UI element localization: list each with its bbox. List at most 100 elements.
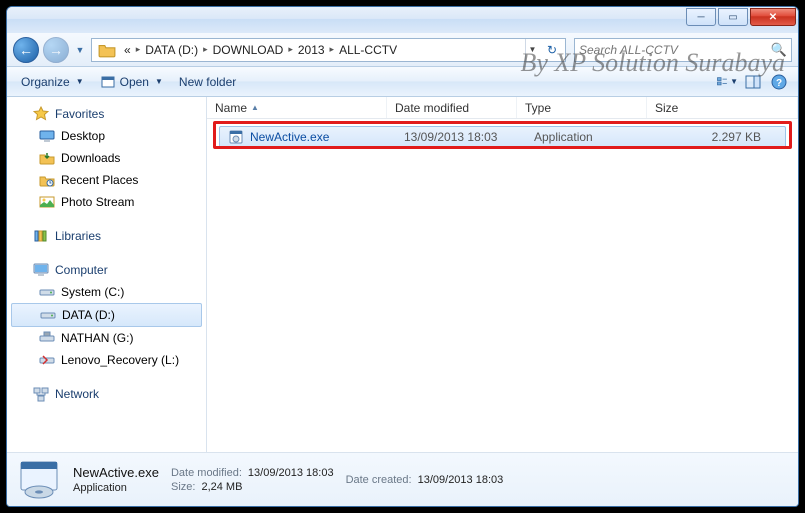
search-icon[interactable]: 🔍 xyxy=(771,42,787,58)
sidebar-item-nathan-g[interactable]: NATHAN (G:) xyxy=(7,327,206,349)
minimize-button[interactable]: ─ xyxy=(686,8,716,26)
sidebar-item-label: Photo Stream xyxy=(61,195,134,209)
sidebar-item-label: NATHAN (G:) xyxy=(61,331,133,345)
breadcrumb-download[interactable]: DOWNLOAD xyxy=(209,43,288,57)
file-size: 2.297 KB xyxy=(656,130,785,144)
column-date[interactable]: Date modified xyxy=(387,97,517,118)
refresh-icon: ↻ xyxy=(547,43,557,57)
sidebar-item-data-d[interactable]: DATA (D:) xyxy=(11,303,202,327)
organize-button[interactable]: Organize▼ xyxy=(13,72,92,92)
photo-icon xyxy=(39,194,55,210)
downloads-icon xyxy=(39,150,55,166)
refresh-button[interactable]: ↻ xyxy=(541,39,563,61)
computer-icon xyxy=(33,262,49,278)
sidebar-item-system-c[interactable]: System (C:) xyxy=(7,281,206,303)
open-button[interactable]: Open ▼ xyxy=(92,71,171,93)
column-name[interactable]: Name▲ xyxy=(207,97,387,118)
libraries-label: Libraries xyxy=(55,229,101,243)
star-icon xyxy=(33,106,49,122)
sidebar-item-recent-places[interactable]: Recent Places xyxy=(7,169,206,191)
column-label: Size xyxy=(655,101,678,115)
folder-icon xyxy=(98,41,116,59)
desktop-icon xyxy=(39,128,55,144)
search-input[interactable] xyxy=(579,43,771,57)
network-header[interactable]: Network xyxy=(7,383,206,405)
favorites-header[interactable]: Favorites xyxy=(7,103,206,125)
navigation-bar: ← → ▼ «▸ DATA (D:)▸ DOWNLOAD▸ 2013▸ ALL-… xyxy=(7,33,798,67)
details-pane: NewActive.exe Application Date modified:… xyxy=(7,452,798,506)
sidebar-item-label: Desktop xyxy=(61,129,105,143)
maximize-icon: ▭ xyxy=(728,12,737,23)
column-type[interactable]: Type xyxy=(517,97,647,118)
computer-label: Computer xyxy=(55,263,108,277)
drive-icon xyxy=(39,284,55,300)
nav-history-dropdown[interactable]: ▼ xyxy=(73,40,87,60)
svg-text:?: ? xyxy=(776,78,782,89)
libraries-icon xyxy=(33,228,49,244)
details-size: 2,24 MB xyxy=(201,481,242,493)
titlebar: ─ ▭ ✕ xyxy=(7,7,798,33)
drive-icon xyxy=(40,307,56,323)
navigation-pane: Favorites Desktop Downloads Recent Place… xyxy=(7,97,207,452)
address-dropdown[interactable]: ▼ xyxy=(525,39,539,61)
close-button[interactable]: ✕ xyxy=(750,8,796,26)
column-size[interactable]: Size xyxy=(647,97,798,118)
forward-button[interactable]: → xyxy=(43,37,69,63)
address-bar[interactable]: «▸ DATA (D:)▸ DOWNLOAD▸ 2013▸ ALL-CCTV ▼… xyxy=(91,38,566,62)
sidebar-item-photo-stream[interactable]: Photo Stream xyxy=(7,191,206,213)
file-type: Application xyxy=(526,130,656,144)
new-folder-button[interactable]: New folder xyxy=(171,72,244,92)
column-label: Type xyxy=(525,101,551,115)
exe-large-icon xyxy=(17,458,61,502)
arrow-left-icon: ← xyxy=(19,42,33,58)
exe-icon xyxy=(228,129,244,145)
maximize-button[interactable]: ▭ xyxy=(718,8,748,26)
new-folder-label: New folder xyxy=(179,75,236,89)
breadcrumb-overflow[interactable]: « xyxy=(120,43,135,57)
open-label: Open xyxy=(120,75,149,89)
close-icon: ✕ xyxy=(769,12,777,23)
minimize-icon: ─ xyxy=(697,12,704,23)
chevron-down-icon: ▼ xyxy=(155,77,163,86)
breadcrumb-all-cctv[interactable]: ALL-CCTV xyxy=(335,43,401,57)
computer-header[interactable]: Computer xyxy=(7,259,206,281)
network-label: Network xyxy=(55,387,99,401)
file-name: NewActive.exe xyxy=(250,130,329,144)
sidebar-item-label: Recent Places xyxy=(61,173,138,187)
open-icon xyxy=(100,74,116,90)
sidebar-item-label: DATA (D:) xyxy=(62,308,115,322)
explorer-window: ─ ▭ ✕ ← → ▼ «▸ DATA (D:)▸ DOWNLOAD▸ 2013… xyxy=(6,6,799,507)
details-file-name: NewActive.exe xyxy=(73,465,159,480)
libraries-header[interactable]: Libraries xyxy=(7,225,206,247)
breadcrumb-data-d[interactable]: DATA (D:) xyxy=(141,43,202,57)
drive-icon xyxy=(39,352,55,368)
details-file-type: Application xyxy=(73,482,127,494)
drive-icon xyxy=(39,330,55,346)
details-date-created-label: Date created: xyxy=(346,474,412,486)
view-options-button[interactable]: ▼ xyxy=(716,71,738,93)
column-headers: Name▲ Date modified Type Size xyxy=(207,97,798,119)
sidebar-item-label: Downloads xyxy=(61,151,120,165)
breadcrumb-2013[interactable]: 2013 xyxy=(294,43,329,57)
help-button[interactable]: ? xyxy=(768,71,790,93)
favorites-label: Favorites xyxy=(55,107,104,121)
details-size-label: Size: xyxy=(171,481,195,493)
search-box[interactable]: 🔍 xyxy=(574,38,792,62)
file-list-pane: Name▲ Date modified Type Size NewActive.… xyxy=(207,97,798,452)
chevron-down-icon: ▼ xyxy=(730,77,738,86)
chevron-down-icon: ▼ xyxy=(76,77,84,86)
details-date-modified-label: Date modified: xyxy=(171,467,242,479)
network-icon xyxy=(33,386,49,402)
sidebar-item-desktop[interactable]: Desktop xyxy=(7,125,206,147)
sidebar-item-label: Lenovo_Recovery (L:) xyxy=(61,353,179,367)
details-date-modified: 13/09/2013 18:03 xyxy=(248,467,334,479)
back-button[interactable]: ← xyxy=(13,37,39,63)
arrow-right-icon: → xyxy=(49,42,63,58)
column-label: Name xyxy=(215,101,247,115)
sidebar-item-label: System (C:) xyxy=(61,285,124,299)
file-row[interactable]: NewActive.exe 13/09/2013 18:03 Applicati… xyxy=(219,126,786,148)
preview-pane-button[interactable] xyxy=(742,71,764,93)
sidebar-item-lenovo-recovery[interactable]: Lenovo_Recovery (L:) xyxy=(7,349,206,371)
file-date: 13/09/2013 18:03 xyxy=(396,130,526,144)
sidebar-item-downloads[interactable]: Downloads xyxy=(7,147,206,169)
